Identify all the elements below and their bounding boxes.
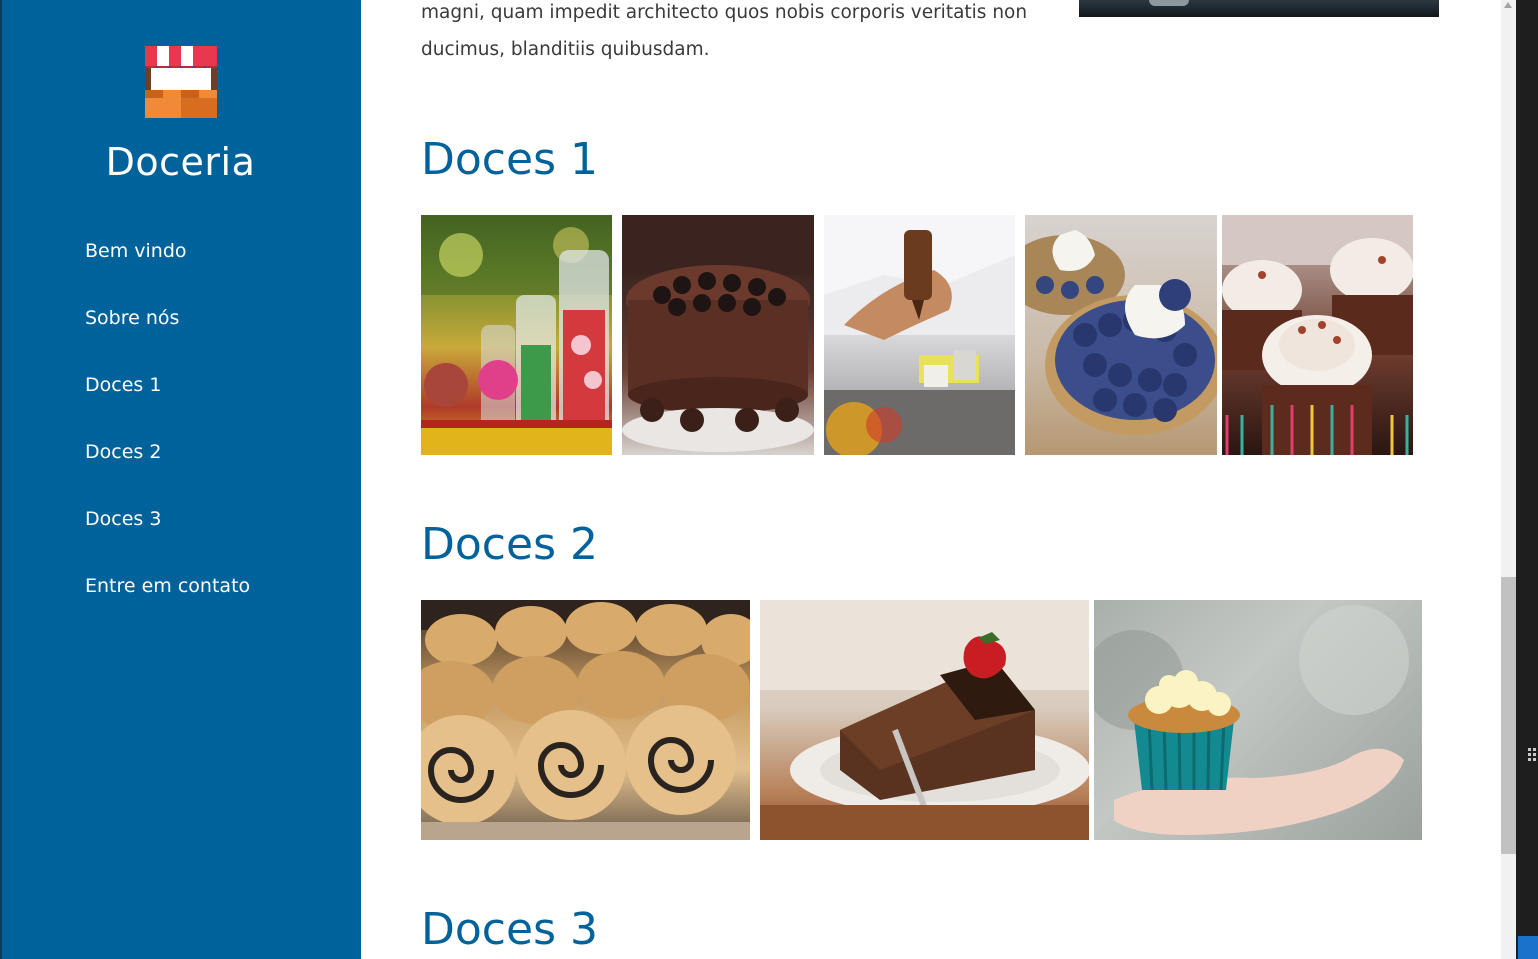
sidebar-item-entre-em-contato[interactable]: Entre em contato	[85, 567, 250, 634]
sidebar-item-sobre-nos[interactable]: Sobre nós	[85, 299, 250, 366]
sidebar-item-doces-2[interactable]: Doces 2	[85, 433, 250, 500]
cupcakes-photo	[1222, 215, 1413, 455]
blueberry-tarts-photo	[1025, 215, 1217, 455]
chocolate-cake-photo	[622, 215, 814, 455]
chef-decorating-photo	[824, 215, 1015, 455]
scrollbar-thumb[interactable]	[1501, 577, 1516, 854]
scroll-up-arrow-icon[interactable]	[1504, 2, 1512, 8]
sidebar-item-doces-1[interactable]: Doces 1	[85, 366, 250, 433]
section-title-doces-2: Doces 2	[421, 519, 598, 570]
taskbar-app-icon[interactable]	[1518, 936, 1538, 959]
cupcake-in-hand-photo	[1094, 600, 1422, 840]
candy-jars-photo	[421, 215, 612, 455]
sidebar-item-bem-vindo[interactable]: Bem vindo	[85, 232, 250, 299]
vertical-scrollbar[interactable]	[1501, 0, 1516, 959]
intro-paragraph: magni, quam impedit architecto quos nobi…	[421, 2, 1028, 60]
market-stall-icon[interactable]	[145, 46, 217, 118]
poppy-seed-rolls-photo	[421, 600, 750, 840]
resize-handle-icon[interactable]	[1526, 746, 1538, 762]
sidebar-item-doces-3[interactable]: Doces 3	[85, 500, 250, 567]
page: Doceria Bem vindo Sobre nós Doces 1 Doce…	[0, 0, 1538, 959]
chocolate-cake-slice-photo	[760, 600, 1089, 840]
brand-title[interactable]: Doceria	[0, 136, 361, 188]
window-edge-strip	[1516, 0, 1538, 959]
intro-photo	[1079, 0, 1439, 17]
main-content: magni, quam impedit architecto quos nobi…	[361, 0, 1501, 959]
sidebar: Doceria Bem vindo Sobre nós Doces 1 Doce…	[0, 0, 361, 959]
section-title-doces-1: Doces 1	[421, 134, 598, 185]
sidebar-nav: Bem vindo Sobre nós Doces 1 Doces 2 Doce…	[85, 232, 250, 634]
section-title-doces-3: Doces 3	[421, 904, 598, 955]
